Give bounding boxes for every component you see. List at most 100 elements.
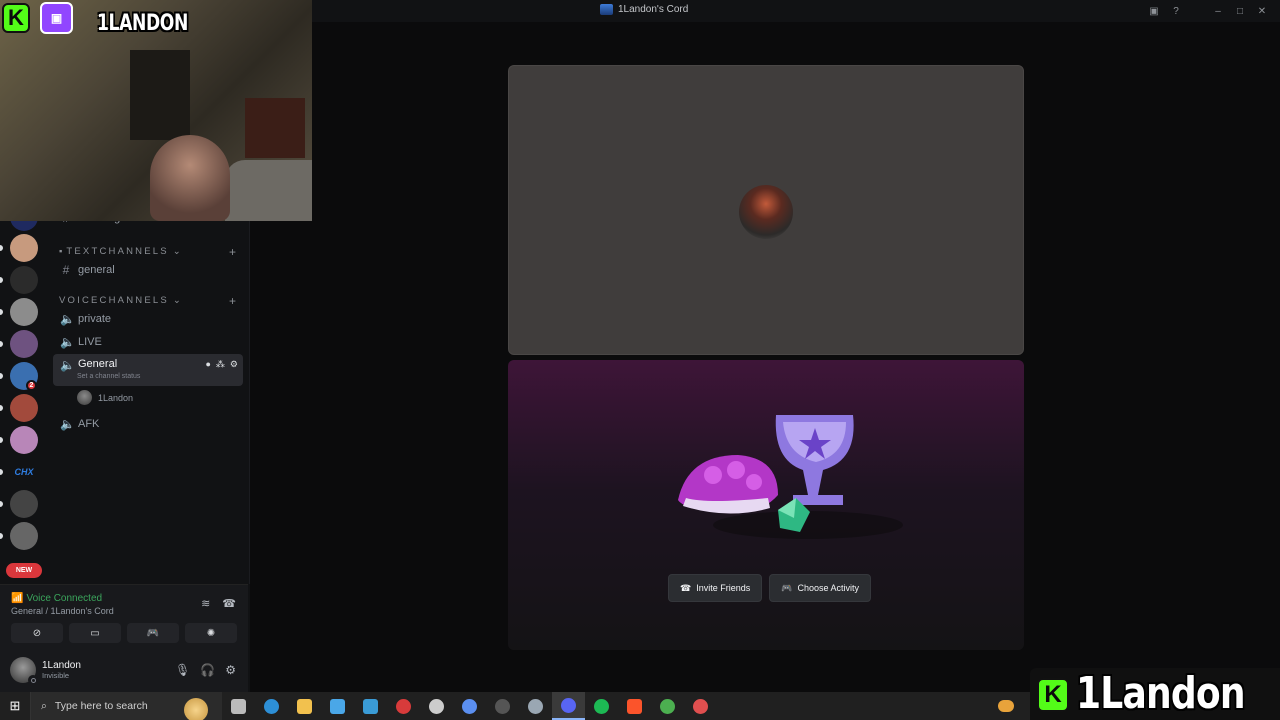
server-photo[interactable] — [10, 234, 38, 262]
twitch-logo-icon: ▣ — [40, 2, 73, 34]
bed — [225, 160, 312, 221]
channel-status[interactable]: Set a channel status — [77, 373, 140, 380]
voice-connection-panel: 📶 Voice Connected General / 1Landon's Co… — [0, 584, 248, 650]
add-channel-icon[interactable]: + — [229, 245, 236, 259]
unread-indicator — [0, 341, 3, 347]
camera-off-icon: ⊘ — [32, 627, 42, 639]
taskbar-app-obs[interactable] — [486, 692, 519, 720]
invite-icon[interactable]: ⁂ — [216, 359, 225, 370]
voice-channels-category[interactable]: VOICECHANNELS ⌄ + — [59, 294, 236, 308]
file-explorer-icon — [297, 698, 312, 714]
add-user-icon: ☎ — [680, 582, 692, 593]
server-logo-icon — [600, 4, 613, 15]
avatar — [739, 185, 793, 239]
window-title-text: 1Landon's Cord — [618, 4, 689, 15]
taskbar-store[interactable] — [321, 692, 354, 720]
taskbar-discord[interactable] — [552, 692, 585, 720]
app-g-icon — [462, 698, 477, 714]
close-icon[interactable]: ✕ — [1254, 3, 1270, 19]
windows-start-icon[interactable]: ⊞ — [0, 692, 30, 720]
participant-tile[interactable] — [508, 65, 1024, 355]
app-red-icon — [396, 698, 411, 714]
spotify-icon — [594, 698, 609, 714]
user-panel: 1Landon Invisible 🎙 🎧 ⚙ — [0, 650, 248, 692]
chat-icon[interactable]: ● — [205, 359, 210, 370]
microphone-icon[interactable]: 🎙 — [175, 663, 190, 677]
taskbar-chrome[interactable] — [651, 692, 684, 720]
disconnect-icon[interactable]: ☎ — [222, 597, 236, 610]
taskbar-task-view[interactable] — [222, 692, 255, 720]
taskbar-app-crosshair[interactable] — [684, 692, 717, 720]
search-highlight-icon — [184, 698, 208, 720]
user-name[interactable]: 1Landon — [42, 660, 81, 671]
maximize-icon[interactable]: □ — [1232, 3, 1248, 19]
server-stack[interactable] — [10, 522, 38, 550]
server-pink[interactable] — [10, 426, 38, 454]
search-icon: ⌕ — [41, 699, 47, 712]
app-crosshair-icon — [693, 698, 708, 714]
category-icon: ▪ — [59, 246, 63, 257]
choose-activity-label: Choose Activity — [797, 583, 859, 593]
invite-friends-label: Invite Friends — [696, 583, 751, 593]
screen-share-button[interactable]: ▭ — [69, 623, 121, 643]
gear-icon[interactable]: ⚙ — [230, 359, 238, 370]
steam-icon — [528, 698, 543, 714]
discord-icon — [561, 697, 576, 713]
brand-overlay: K 1Landon — [1030, 668, 1280, 720]
channel-private[interactable]: 🔈 private — [53, 308, 243, 330]
add-channel-icon[interactable]: + — [229, 294, 236, 308]
taskbar-app-red[interactable] — [387, 692, 420, 720]
camera-off-button[interactable]: ⊘ — [11, 623, 63, 643]
kick-logo-icon: K — [2, 3, 30, 33]
noise-suppression-icon[interactable]: ≋ — [201, 597, 210, 610]
channel-general-voice[interactable]: 🔈 General Set a channel status ● ⁂ ⚙ — [53, 354, 243, 386]
kick-logo-icon: K — [1037, 678, 1069, 712]
app-obs-icon — [495, 698, 510, 714]
choose-activity-button[interactable]: 🎮 Choose Activity — [769, 574, 871, 602]
server-chx[interactable]: CHX — [10, 458, 38, 486]
channel-label: general — [78, 264, 115, 276]
channel-afk[interactable]: 🔈 AFK — [53, 413, 243, 435]
soundboard-button[interactable]: ✺ — [185, 623, 237, 643]
taskbar-calculator[interactable] — [354, 692, 387, 720]
server-wolf[interactable] — [10, 490, 38, 518]
webcam-overlay: K ▣ 1LANDON — [0, 0, 312, 221]
taskbar-app-g[interactable] — [453, 692, 486, 720]
brave-icon — [627, 698, 642, 714]
server-red-girl[interactable] — [10, 394, 38, 422]
text-channels-category[interactable]: ▪ TEXTCHANNELS ⌄ + — [59, 245, 236, 259]
taskbar-brave[interactable] — [618, 692, 651, 720]
taskbar-file-explorer[interactable] — [288, 692, 321, 720]
unread-indicator — [0, 437, 3, 443]
server-tree[interactable] — [10, 266, 38, 294]
channel-live[interactable]: 🔈 LIVE — [53, 331, 243, 353]
unread-indicator — [0, 469, 3, 475]
voice-status-label: Voice Connected — [26, 593, 103, 604]
server-anime[interactable] — [10, 298, 38, 326]
taskbar-edge[interactable] — [255, 692, 288, 720]
signal-icon: 📶 — [11, 593, 24, 604]
taskbar-spotify[interactable] — [585, 692, 618, 720]
voice-location[interactable]: General / 1Landon's Cord — [11, 606, 114, 616]
voice-status[interactable]: 📶 Voice Connected — [11, 593, 102, 604]
taskbar-settings[interactable] — [420, 692, 453, 720]
server-purple[interactable] — [10, 330, 38, 358]
help-icon[interactable]: ? — [1168, 3, 1184, 19]
invite-friends-button[interactable]: ☎ Invite Friends — [668, 574, 763, 602]
gear-icon[interactable]: ⚙ — [225, 663, 236, 677]
settings-icon — [429, 698, 444, 714]
minimize-icon[interactable]: – — [1210, 3, 1226, 19]
member-name: 1Landon — [98, 392, 134, 403]
unread-indicator — [0, 245, 3, 251]
taskbar-search[interactable]: ⌕ Type here to search — [30, 692, 222, 720]
doorway — [130, 50, 190, 140]
activity-button[interactable]: 🎮 — [127, 623, 179, 643]
weather-icon[interactable] — [998, 700, 1014, 712]
speaker-icon: 🔈 — [60, 358, 75, 372]
headphones-icon[interactable]: 🎧 — [200, 663, 215, 677]
channel-general-text[interactable]: # general — [53, 259, 243, 281]
taskbar-steam[interactable] — [519, 692, 552, 720]
new-badge: NEW — [6, 563, 42, 578]
voice-member[interactable]: 1Landon — [77, 390, 133, 405]
inbox-icon[interactable]: ▣ — [1146, 3, 1162, 19]
